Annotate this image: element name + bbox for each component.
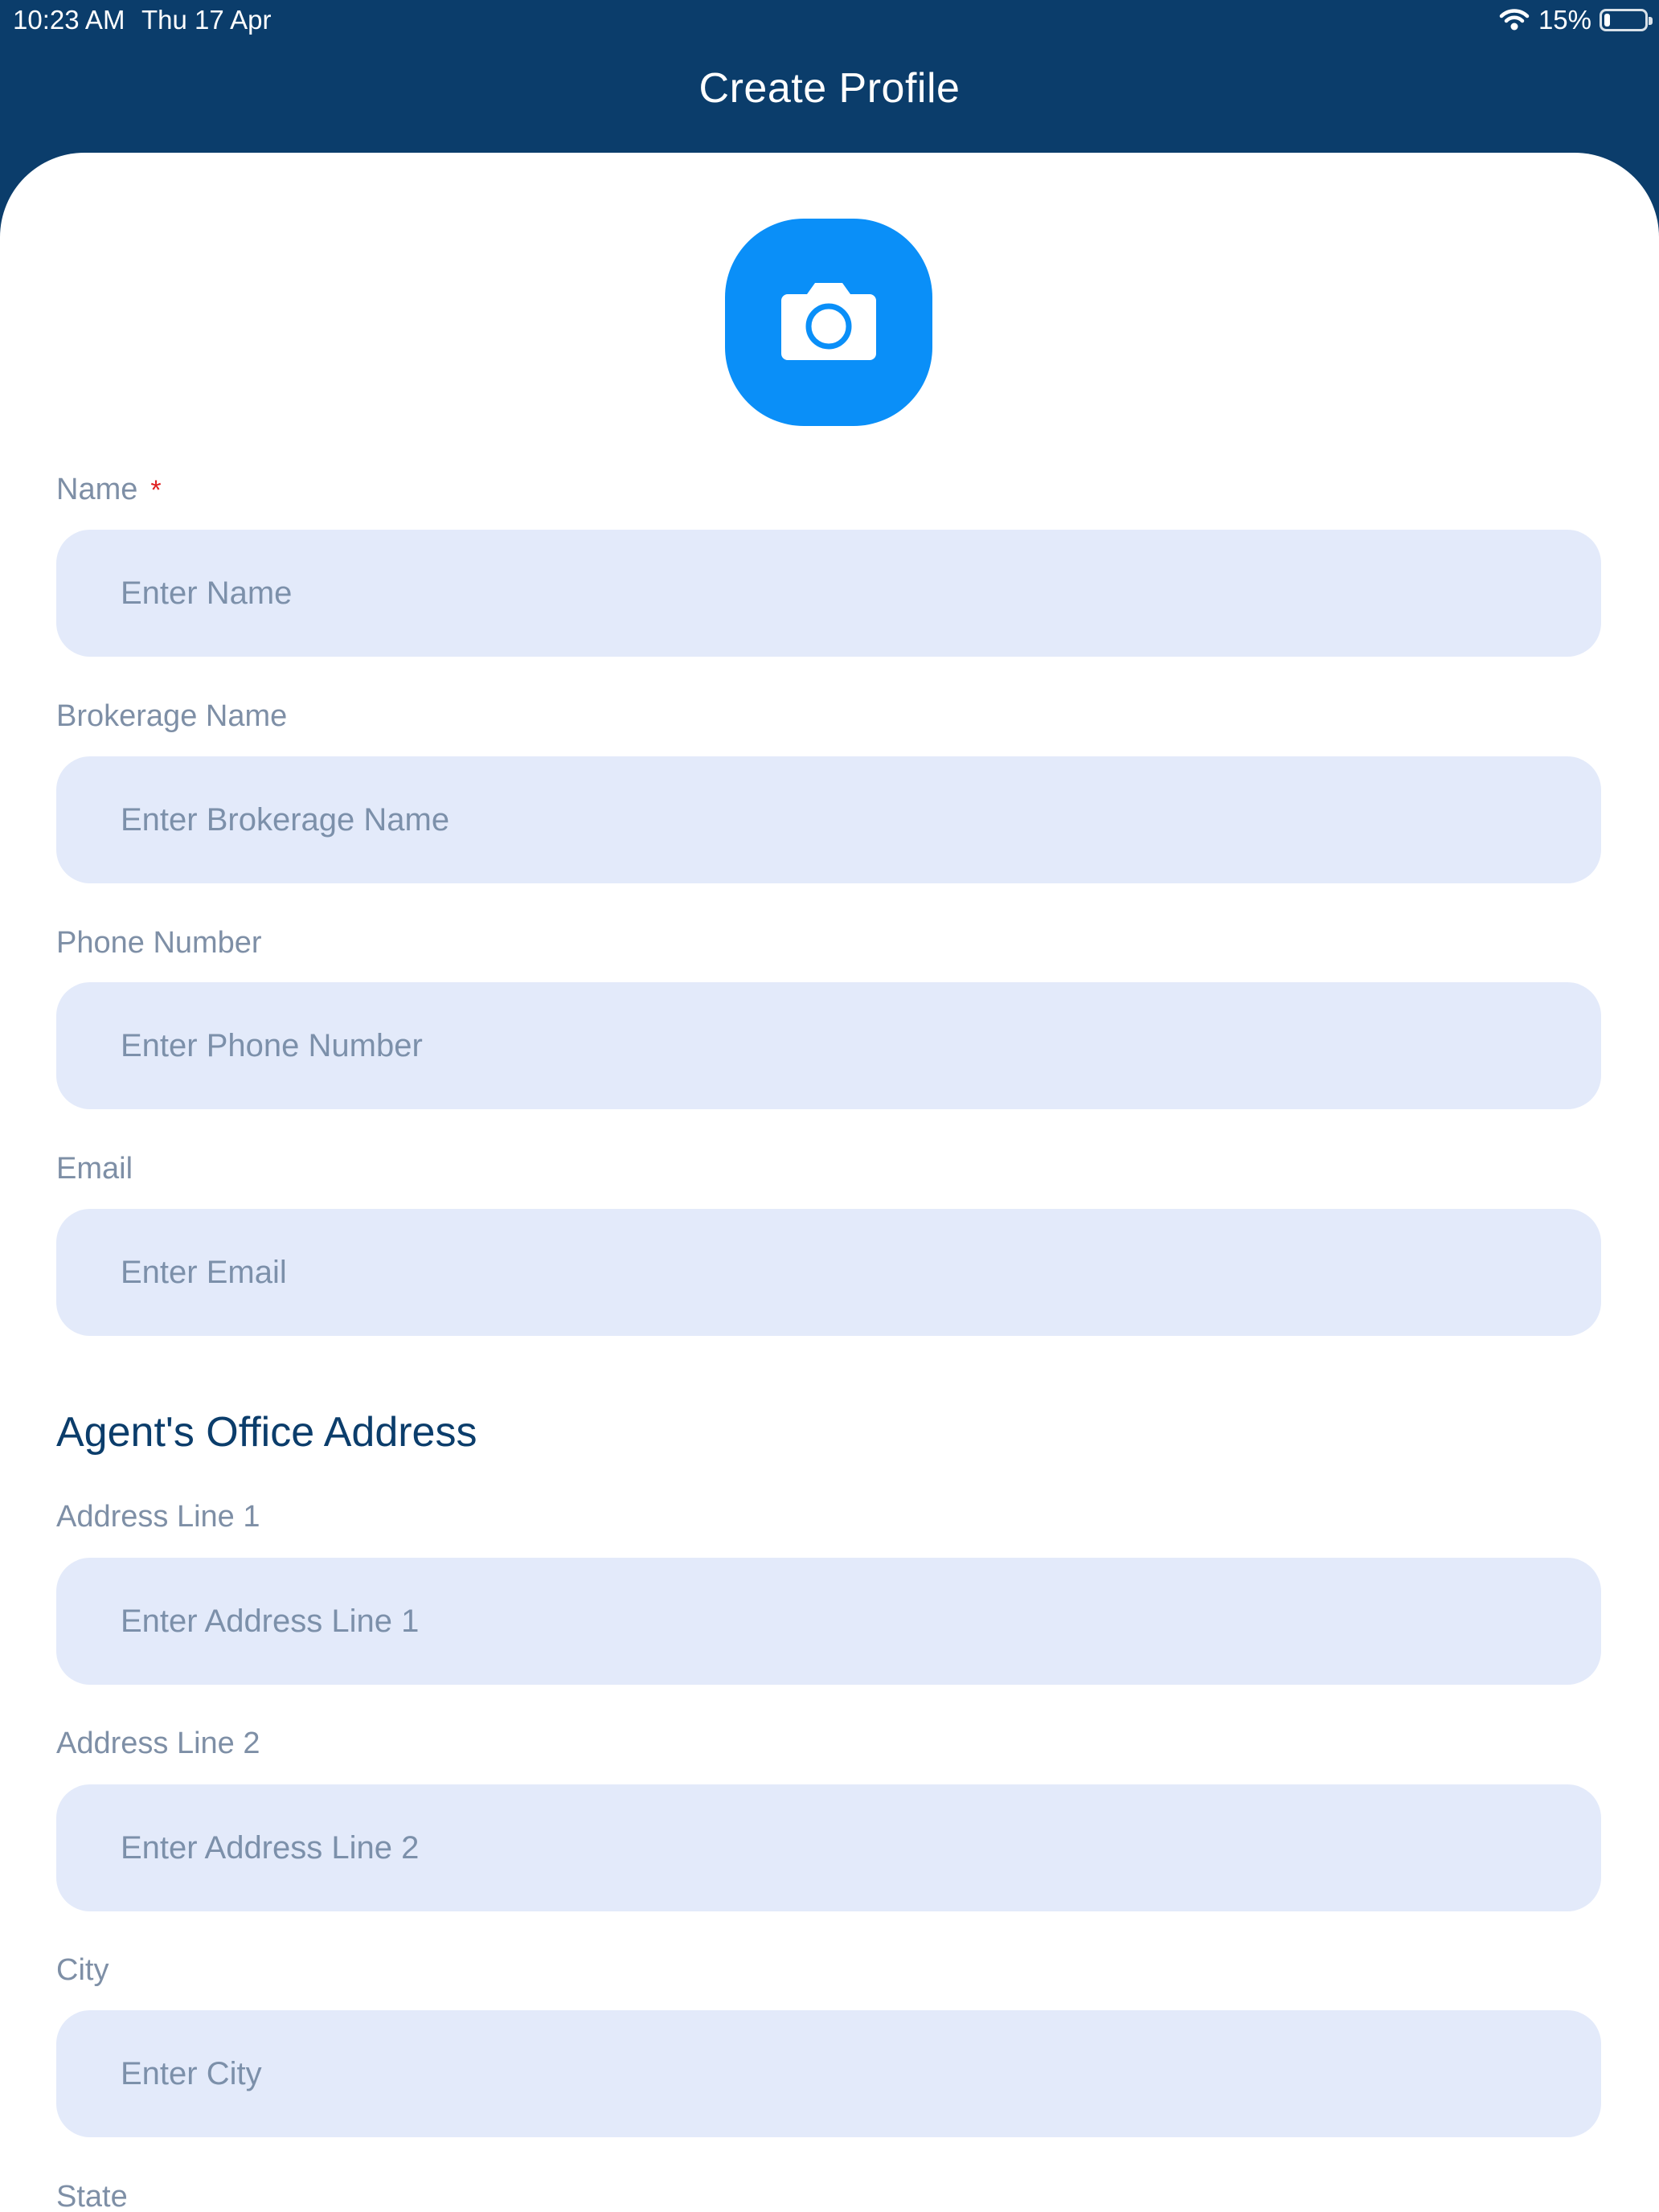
address-line-2-input[interactable] [56,1784,1601,1911]
battery-percent: 15% [1538,5,1591,35]
city-input[interactable] [56,2010,1601,2137]
profile-form-sheet: Name* Brokerage Name Phone Number Email … [0,153,1659,2212]
email-input[interactable] [56,1209,1601,1336]
name-label-text: Name [56,473,138,506]
address-line-1-label: Address Line 1 [56,1500,260,1534]
page-title: Create Profile [698,65,961,112]
battery-icon [1600,9,1653,31]
office-address-heading: Agent's Office Address [56,1409,477,1456]
status-date: Thu 17 Apr [141,5,272,35]
email-label: Email [56,1152,133,1186]
brokerage-name-input[interactable] [56,756,1601,883]
wifi-icon [1498,8,1530,32]
phone-number-input[interactable] [56,982,1601,1109]
required-indicator: * [150,475,162,506]
state-label: State [56,2180,128,2212]
name-label: Name * [56,473,162,507]
brokerage-name-label: Brokerage Name [56,699,288,733]
camera-icon [781,283,876,360]
address-line-1-input[interactable] [56,1558,1601,1685]
status-time: 10:23 AM [13,5,125,35]
status-indicators: 15% [1498,5,1653,35]
city-label: City [56,1953,109,1987]
battery-nub [1649,17,1653,25]
name-input[interactable] [56,530,1601,657]
status-bar: 10:23 AM Thu 17 Apr 15% [0,0,1659,40]
phone-number-label: Phone Number [56,926,262,960]
battery-level-fill [1604,14,1610,27]
address-line-2-label: Address Line 2 [56,1727,260,1760]
profile-photo-button[interactable] [725,219,932,426]
